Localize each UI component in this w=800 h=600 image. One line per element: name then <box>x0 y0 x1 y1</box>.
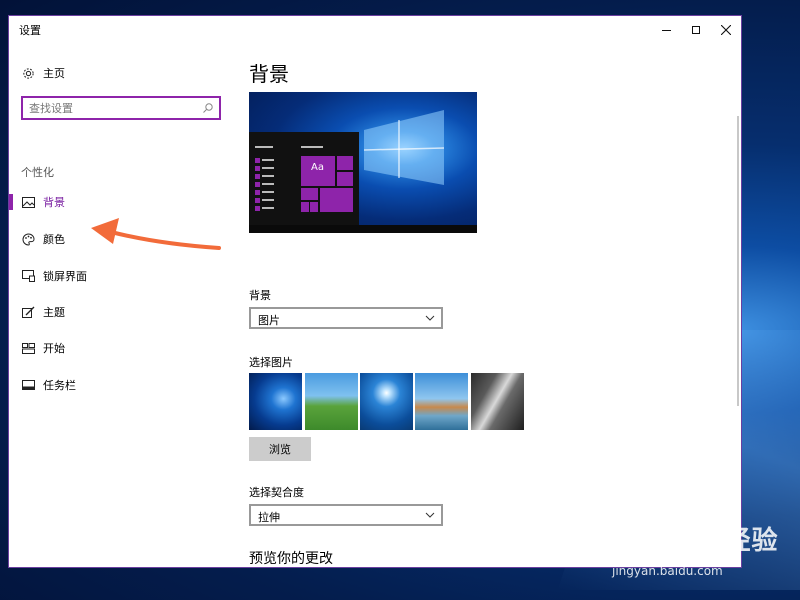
selection-indicator <box>9 194 13 210</box>
chevron-down-icon <box>425 315 435 321</box>
minimize-button[interactable] <box>651 16 681 44</box>
baidu-watermark: Bai du 经验 jingyan.baidu.com <box>612 520 798 582</box>
start-icon <box>21 341 35 355</box>
nav-home-label: 主页 <box>43 67 65 80</box>
settings-window: 设置 主页 个性化 背景 颜色 <box>8 15 742 568</box>
preview-tile-text: Aa <box>311 162 324 173</box>
maximize-button[interactable] <box>681 16 711 44</box>
palette-icon <box>21 232 35 246</box>
window-title: 设置 <box>19 24 41 37</box>
dropdown-value: 拉伸 <box>258 511 280 524</box>
image-icon <box>21 195 35 209</box>
start-menu-preview <box>249 132 359 233</box>
sidebar-item-label: 颜色 <box>43 233 65 246</box>
browse-button[interactable]: 浏览 <box>249 437 311 461</box>
sidebar-item-label: 任务栏 <box>43 379 76 392</box>
annotation-arrow-icon <box>91 218 221 250</box>
lock-screen-icon <box>21 269 35 283</box>
thumbnail-windows[interactable] <box>249 373 302 430</box>
sidebar-item-start[interactable]: 开始 <box>9 333 233 363</box>
sidebar-item-lock-screen[interactable]: 锁屏界面 <box>9 261 233 291</box>
chevron-down-icon <box>425 512 435 518</box>
taskbar-icon <box>21 378 35 392</box>
scrollbar[interactable] <box>737 116 739 406</box>
taskbar-preview <box>249 225 477 233</box>
minimize-icon <box>661 29 671 31</box>
close-icon <box>721 25 731 35</box>
maximize-icon <box>692 26 700 34</box>
sidebar-item-label: 背景 <box>43 196 65 209</box>
preview-changes-title: 预览你的更改 <box>249 551 333 567</box>
theme-icon <box>21 305 35 319</box>
thumbnail-rocks[interactable] <box>415 373 468 430</box>
title-bar: 设置 <box>9 16 741 44</box>
search-input[interactable] <box>27 100 199 116</box>
fit-label: 选择契合度 <box>249 486 304 499</box>
nav-home[interactable]: 主页 <box>9 58 233 88</box>
sidebar: 主页 个性化 背景 颜色 锁屏界面 <box>9 44 233 567</box>
watermark-site: jingyan.baidu.com <box>612 564 723 578</box>
background-label: 背景 <box>249 289 271 302</box>
thumbnail-waterfall[interactable] <box>471 373 524 430</box>
sidebar-item-background[interactable]: 背景 <box>9 187 233 217</box>
watermark-logo: Bai du 经验 <box>616 526 779 556</box>
thumbnail-sky[interactable] <box>360 373 413 430</box>
thumbnail-field[interactable] <box>305 373 358 430</box>
choose-picture-label: 选择图片 <box>249 356 293 369</box>
main-content: 背景 Aa 背景 图片 选择图片 浏览 选择契合度 拉伸 预览你的更改 <box>233 44 741 567</box>
sidebar-item-taskbar[interactable]: 任务栏 <box>9 370 233 400</box>
background-type-dropdown[interactable]: 图片 <box>249 307 443 329</box>
sidebar-item-themes[interactable]: 主题 <box>9 297 233 327</box>
sidebar-item-label: 开始 <box>43 342 65 355</box>
desktop-preview: Aa <box>249 92 477 233</box>
sidebar-item-label: 主题 <box>43 306 65 319</box>
close-button[interactable] <box>711 16 741 44</box>
search-box[interactable] <box>21 96 221 120</box>
sidebar-item-label: 锁屏界面 <box>43 270 87 283</box>
search-icon <box>203 103 213 113</box>
windows-logo-light <box>363 110 445 185</box>
page-title: 背景 <box>249 62 289 86</box>
dropdown-value: 图片 <box>258 314 280 327</box>
gear-icon <box>21 66 35 80</box>
section-label-personalization: 个性化 <box>21 166 54 179</box>
fit-dropdown[interactable]: 拉伸 <box>249 504 443 526</box>
